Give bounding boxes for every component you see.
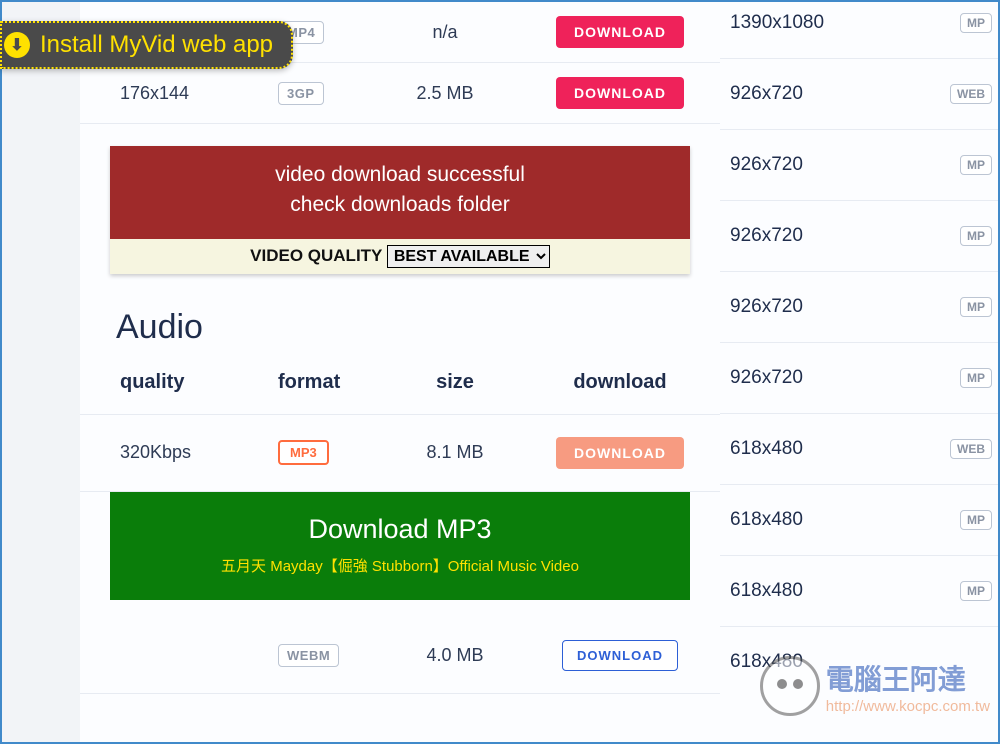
success-line-2: check downloads folder	[120, 190, 680, 220]
right-formats-column: 1390x1080 MP 926x720 WEB 926x720 MP 926x…	[720, 2, 998, 742]
format-badge: 3GP	[278, 82, 324, 105]
download-mp3-promo[interactable]: Download MP3 五月天 Mayday【倔強 Stubborn】Offi…	[110, 492, 690, 600]
format-badge: WEBM	[278, 644, 339, 667]
format-badge: MP	[960, 581, 992, 601]
audio-header-format: format	[270, 351, 390, 415]
format-badge: MP	[960, 226, 992, 246]
table-row: 176x144 3GP 2.5 MB DOWNLOAD	[80, 63, 720, 124]
format-badge: MP	[960, 510, 992, 530]
table-row: 618x480 MP	[720, 485, 998, 556]
watermark-url: http://www.kocpc.com.tw	[826, 698, 990, 715]
site-watermark: 電腦王阿達 http://www.kocpc.com.tw	[760, 656, 990, 716]
install-app-badge[interactable]: ⬇ Install MyVid web app	[0, 21, 293, 69]
format-badge-mp3: MP3	[278, 440, 329, 465]
format-badge: MP	[960, 297, 992, 317]
download-success-banner: video download successful check download…	[110, 146, 690, 274]
table-row: 320Kbps MP3 8.1 MB DOWNLOAD	[80, 414, 720, 491]
video-quality-select[interactable]: BEST AVAILABLE	[387, 245, 550, 268]
table-row: 926x720 MP	[720, 130, 998, 201]
mp3-promo-subtitle: 五月天 Mayday【倔強 Stubborn】Official Music Vi…	[120, 555, 680, 576]
download-button[interactable]: DOWNLOAD	[556, 16, 684, 48]
audio-header-size: size	[390, 351, 520, 415]
video-quality-label: VIDEO QUALITY	[250, 246, 382, 265]
file-size: 4.0 MB	[390, 618, 520, 694]
video-quality: 176x144	[80, 63, 270, 124]
format-badge: WEB	[950, 439, 992, 459]
format-badge: MP	[960, 13, 992, 33]
video-quality: 618x480	[730, 580, 803, 602]
table-row: 926x720 MP	[720, 272, 998, 343]
table-row: 618x480 WEB	[720, 414, 998, 485]
mp3-promo-title: Download MP3	[120, 514, 680, 545]
format-badge: WEB	[950, 84, 992, 104]
table-row: 926x720 MP	[720, 343, 998, 414]
audio-quality: 320Kbps	[80, 414, 270, 491]
success-line-1: video download successful	[120, 160, 680, 190]
audio-format-table: quality format size download 320Kbps MP3…	[80, 351, 720, 492]
video-quality: 618x480	[730, 438, 803, 460]
format-badge: MP	[960, 368, 992, 388]
install-app-label: Install MyVid web app	[40, 31, 273, 59]
table-row: 926x720 MP	[720, 201, 998, 272]
audio-section-title: Audio	[80, 274, 720, 351]
video-quality: 618x480	[730, 509, 803, 531]
watermark-face-icon	[760, 656, 820, 716]
table-row: 1390x1080 MP	[720, 2, 998, 59]
audio-header-download: download	[520, 351, 720, 415]
video-quality: 1390x1080	[730, 12, 824, 34]
video-size: 2.5 MB	[370, 63, 520, 124]
download-button[interactable]: DOWNLOAD	[556, 77, 684, 109]
audio-size: 8.1 MB	[390, 414, 520, 491]
table-row: 926x720 WEB	[720, 59, 998, 130]
extra-format-table: WEBM 4.0 MB DOWNLOAD	[80, 618, 720, 694]
format-badge: MP	[960, 155, 992, 175]
watermark-title: 電腦王阿達	[826, 658, 990, 698]
table-row: WEBM 4.0 MB DOWNLOAD	[80, 618, 720, 694]
video-quality: 926x720	[730, 225, 803, 247]
video-quality: 926x720	[730, 154, 803, 176]
audio-header-quality: quality	[80, 351, 270, 415]
video-quality: 926x720	[730, 83, 803, 105]
download-button-outline[interactable]: DOWNLOAD	[562, 640, 678, 671]
download-button[interactable]: DOWNLOAD	[556, 437, 684, 469]
install-icon: ⬇	[4, 32, 30, 58]
video-quality: 926x720	[730, 296, 803, 318]
video-size: n/a	[370, 2, 520, 63]
table-row: 618x480 MP	[720, 556, 998, 627]
video-quality: 926x720	[730, 367, 803, 389]
